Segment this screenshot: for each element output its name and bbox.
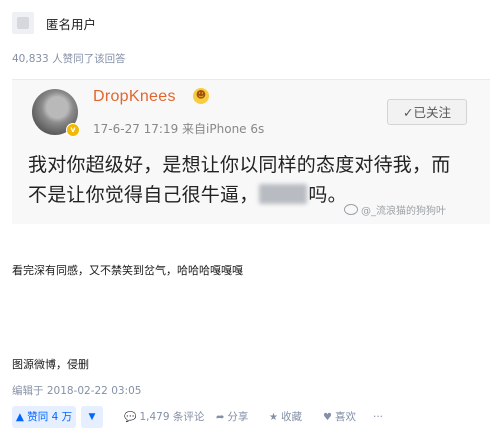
- author-name[interactable]: 匿名用户: [46, 14, 96, 33]
- edit-timestamp[interactable]: 编辑于 2018-02-22 03:05: [12, 383, 141, 398]
- weibo-watermark: @_流浪猫的狗狗叶: [344, 202, 446, 217]
- weibo-time-source: 17-6-27 17:19 来自iPhone 6s: [93, 122, 265, 136]
- like-button[interactable]: ♥ 喜欢: [323, 406, 356, 428]
- heart-icon: ♥: [323, 412, 332, 423]
- weibo-post-line-1: 我对你超级好，是想让你以同样的态度对待我，而: [28, 154, 451, 176]
- upvote-button[interactable]: ▲ 赞同 4 万: [12, 406, 76, 428]
- weibo-post-line-2: 不是让你觉得自己很牛逼， 吗。: [28, 180, 347, 207]
- comment-button[interactable]: 💬 1,479 条评论: [124, 406, 204, 428]
- comment-icon: 💬: [124, 412, 137, 423]
- answer-paragraph: 看完深有同感，又不禁笑到岔气，哈哈哈嘎嘎嘎: [12, 264, 243, 277]
- followed-button: ✓已关注: [387, 99, 467, 125]
- weibo-post-line-2-end: 吗。: [308, 184, 347, 206]
- share-button[interactable]: ➦ 分享: [216, 406, 248, 428]
- user-avatar[interactable]: [12, 12, 34, 34]
- share-label: 分享: [227, 411, 249, 423]
- weibo-logo-icon: [344, 204, 358, 215]
- collect-button[interactable]: ★ 收藏: [269, 406, 302, 428]
- downvote-button[interactable]: ▼: [81, 406, 103, 428]
- answer-paragraph: 图源微博，侵删: [12, 358, 89, 371]
- verified-badge-icon: v: [66, 123, 80, 137]
- censored-blur: [259, 184, 308, 204]
- watermark-text: @_流浪猫的狗狗叶: [361, 206, 446, 217]
- collect-label: 收藏: [280, 411, 302, 423]
- weibo-author-name: DropKnees: [93, 88, 176, 105]
- upvote-count-info[interactable]: 40,833 人赞同了该回答: [12, 51, 126, 66]
- emoji-icon: ☻: [193, 88, 209, 104]
- share-icon: ➦: [216, 412, 225, 423]
- more-button[interactable]: ···: [373, 406, 383, 428]
- star-icon: ★: [269, 412, 278, 423]
- like-label: 喜欢: [334, 411, 356, 423]
- comment-label: 1,479 条评论: [139, 411, 205, 423]
- weibo-post-line-2-start: 不是让你觉得自己很牛逼，: [28, 184, 259, 206]
